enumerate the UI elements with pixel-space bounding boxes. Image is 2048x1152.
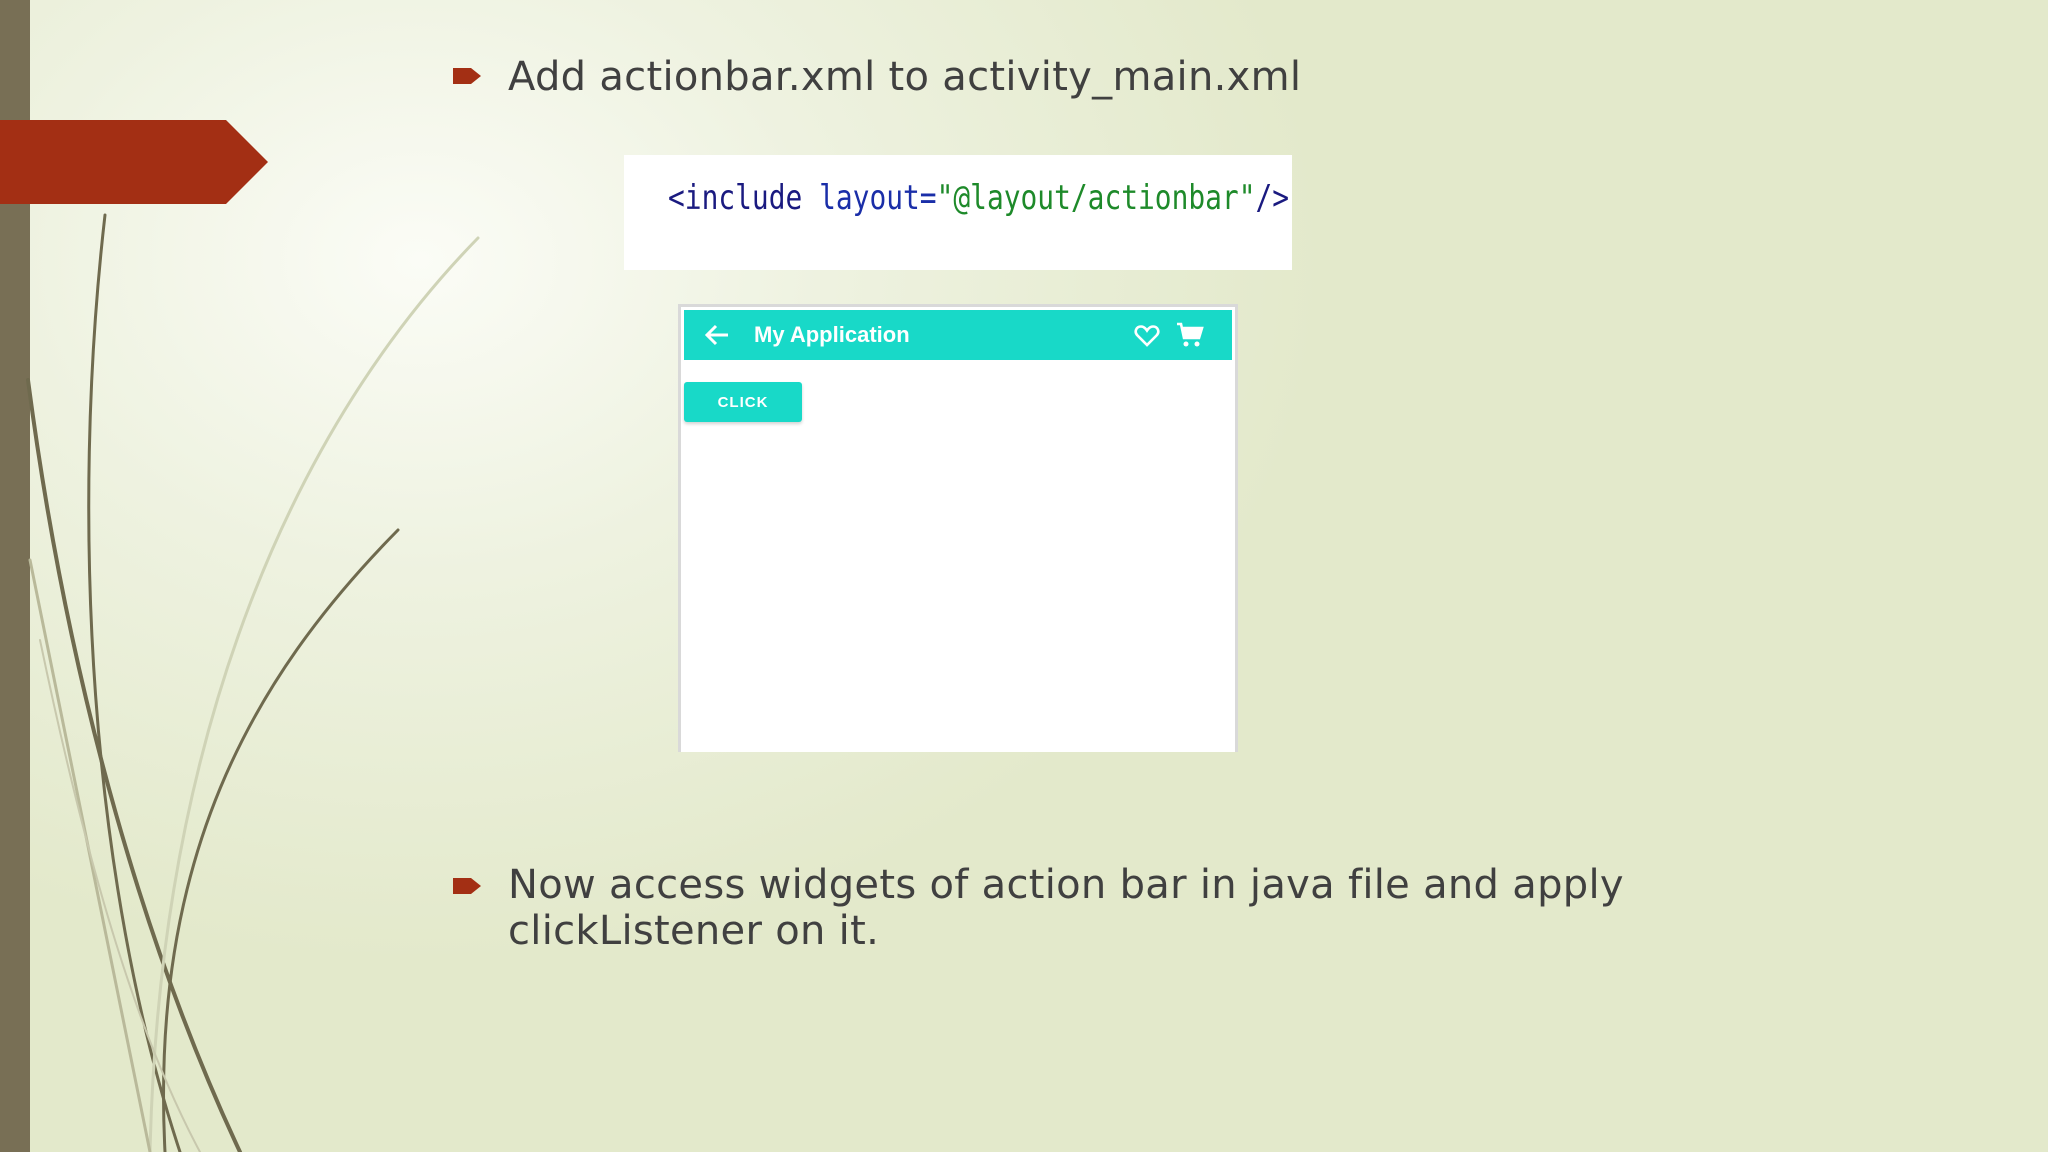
bullet-text-2: Now access widgets of action bar in java… [508, 862, 1624, 954]
arrow-bullet-icon [453, 68, 481, 84]
back-arrow-icon[interactable] [704, 323, 730, 347]
app-title: My Application [754, 322, 910, 347]
code-tag-close: /> [1255, 178, 1290, 218]
code-line: <include layout="@layout/actionbar"/> [668, 173, 1289, 223]
code-value: "@layout/actionbar" [936, 178, 1256, 218]
arrow-bullet-icon [453, 878, 481, 894]
code-tag-open: <include [668, 178, 803, 218]
code-attr: layout= [819, 178, 937, 218]
title-accent-tab [0, 120, 268, 204]
click-button[interactable]: CLICK [684, 382, 802, 422]
code-snippet: <include layout="@layout/actionbar"/> [624, 155, 1292, 270]
heart-icon[interactable] [1134, 324, 1160, 348]
action-bar: My Application [684, 310, 1232, 360]
bullet-text-1: Add actionbar.xml to activity_main.xml [508, 54, 1302, 100]
cart-icon[interactable] [1176, 322, 1204, 348]
app-preview-screenshot: My Application CLICK [678, 304, 1238, 752]
